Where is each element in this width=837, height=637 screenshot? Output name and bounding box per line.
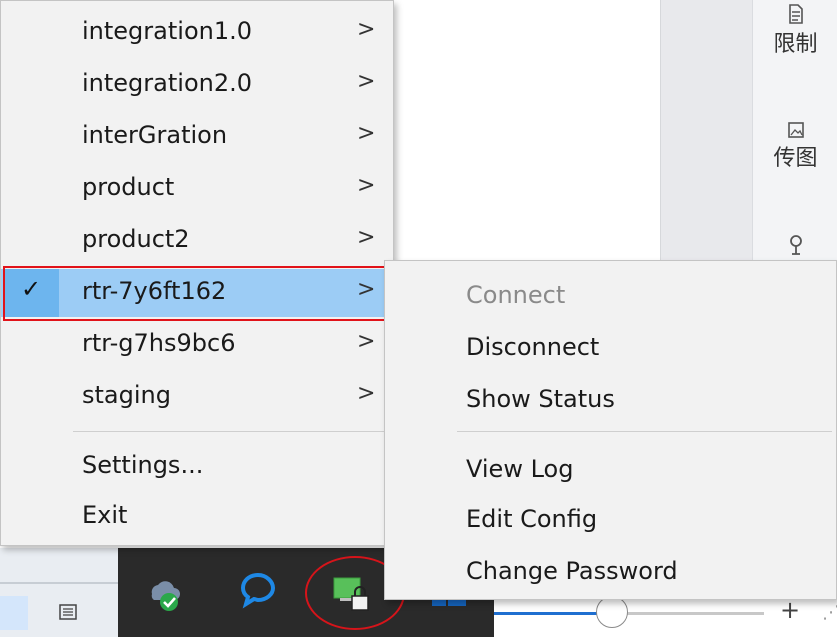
chevron-right-icon: >	[357, 121, 376, 146]
menu-item-product2[interactable]: product2 >	[1, 217, 393, 265]
menu-item-label: rtr-g7hs9bc6	[82, 329, 236, 357]
status-divider	[0, 582, 120, 584]
menu-item-exit[interactable]: Exit	[1, 493, 393, 541]
submenu-item-label: View Log	[466, 455, 574, 483]
chevron-right-icon: >	[357, 329, 376, 354]
menu-separator	[73, 431, 387, 432]
menu-item-label: product	[82, 173, 175, 201]
app-side-gutter	[660, 0, 753, 262]
zoom-slider-thumb[interactable]	[596, 596, 628, 628]
status-field[interactable]	[0, 596, 28, 630]
submenu-item-connect[interactable]: Connect	[385, 267, 836, 315]
chevron-right-icon: >	[357, 381, 376, 406]
submenu-item-disconnect[interactable]: Disconnect	[385, 319, 836, 367]
menu-item-label: staging	[82, 381, 171, 409]
upload-image-tool[interactable]: 传图	[753, 120, 837, 172]
submenu-item-label: Edit Config	[466, 505, 598, 533]
menu-item-product[interactable]: product >	[1, 165, 393, 213]
resize-corner-icon: ⋰	[822, 602, 837, 623]
menu-item-label: integration1.0	[82, 17, 253, 45]
submenu-separator	[457, 431, 832, 432]
chat-bubble-icon[interactable]	[238, 570, 278, 610]
person-icon	[789, 235, 802, 255]
list-icon[interactable]	[58, 602, 78, 622]
limit-tool-label: 限制	[773, 32, 818, 57]
image-icon	[787, 122, 804, 138]
menu-item-label: product2	[82, 225, 190, 253]
submenu-item-label: Connect	[466, 281, 566, 309]
person-tool[interactable]	[753, 234, 837, 256]
document-icon	[788, 4, 803, 24]
right-tool-panel: 限制 传图	[752, 0, 837, 262]
menu-item-staging[interactable]: staging >	[1, 373, 393, 421]
menu-item-intergration[interactable]: interGration >	[1, 113, 393, 161]
submenu-item-label: Disconnect	[466, 333, 600, 361]
menu-item-label: interGration	[82, 121, 228, 149]
limit-tool[interactable]: 限制	[753, 4, 837, 58]
submenu-item-show-status[interactable]: Show Status	[385, 371, 836, 419]
selection-highlight-box	[3, 266, 387, 321]
chevron-right-icon: >	[357, 17, 376, 42]
menu-item-label: integration2.0	[82, 69, 253, 97]
chevron-right-icon: >	[357, 225, 376, 250]
chevron-right-icon: >	[357, 173, 376, 198]
menu-item-settings[interactable]: Settings...	[1, 443, 393, 491]
submenu-item-label: Change Password	[466, 557, 678, 585]
upload-image-tool-label: 传图	[773, 146, 818, 171]
submenu-item-view-log[interactable]: View Log	[385, 441, 836, 489]
submenu-item-edit-config[interactable]: Edit Config	[385, 491, 836, 539]
menu-item-rtr-g7hs9bc6[interactable]: rtr-g7hs9bc6 >	[1, 321, 393, 369]
connection-submenu: Connect Disconnect Show Status View Log …	[384, 260, 837, 600]
submenu-item-change-password[interactable]: Change Password	[385, 543, 836, 591]
menu-item-integration1[interactable]: integration1.0 >	[1, 9, 393, 57]
cloud-sync-icon[interactable]	[144, 572, 184, 612]
zoom-in-button[interactable]: +	[780, 596, 800, 624]
menu-item-label: Exit	[82, 501, 128, 529]
chevron-right-icon: >	[357, 69, 376, 94]
menu-item-label: Settings...	[82, 451, 204, 479]
menu-item-integration2[interactable]: integration2.0 >	[1, 61, 393, 109]
submenu-item-label: Show Status	[466, 385, 615, 413]
